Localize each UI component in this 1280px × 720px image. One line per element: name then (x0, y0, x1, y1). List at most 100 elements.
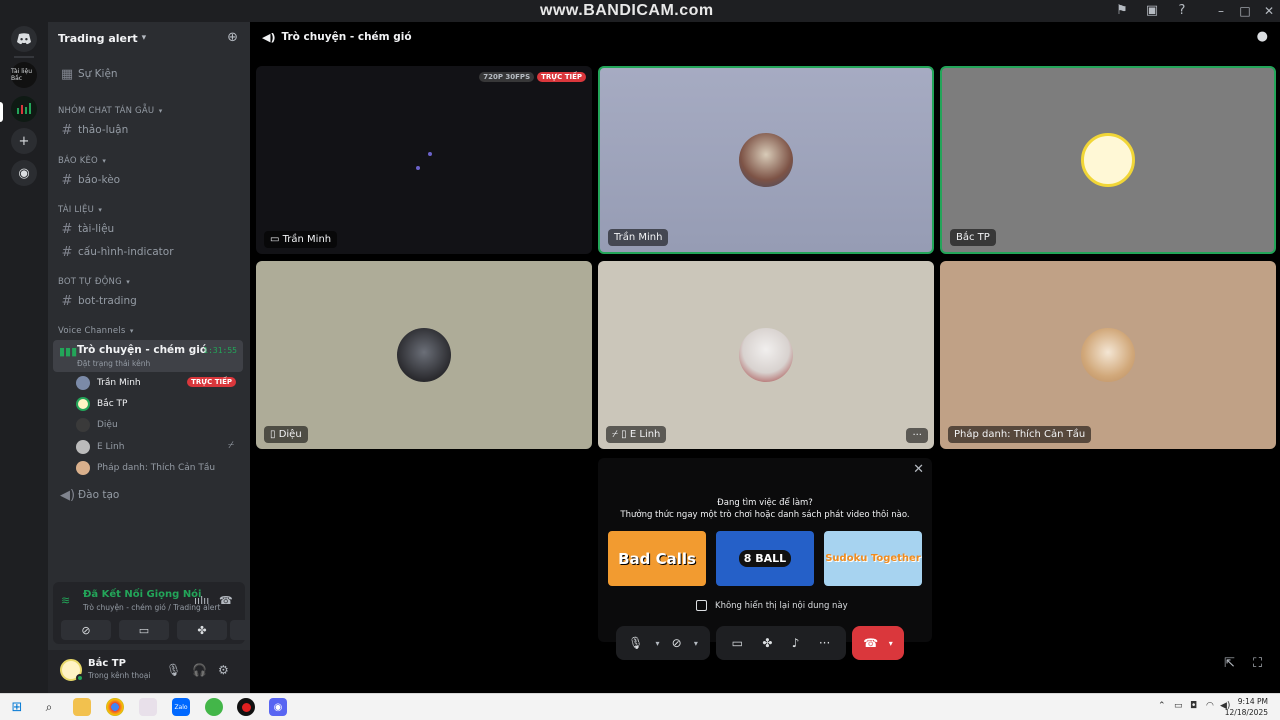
category-bot-tu-dong[interactable]: BOT TỰ ĐỘNG ▾ (58, 277, 130, 287)
noise-suppression-icon[interactable]: ıılıı (194, 594, 209, 607)
channel-tai-lieu[interactable]: # tài-liệu (56, 219, 242, 239)
chevron-down-icon[interactable]: ▾ (694, 639, 698, 648)
hash-icon: # (61, 244, 73, 260)
battery-icon[interactable]: ▭ (1174, 701, 1183, 711)
voice-member[interactable]: Bắc TP (76, 395, 242, 413)
activity-controls: ▭ ✤ ♪ ··· (716, 626, 846, 660)
channel-bot-trading[interactable]: # bot-trading (56, 291, 242, 311)
camera-toggle-button[interactable]: ⊘ (61, 620, 111, 640)
add-server-icon[interactable]: + (11, 128, 37, 154)
channel-label: báo-kèo (78, 174, 121, 186)
app-icon[interactable] (205, 698, 223, 716)
clock-date: 12/18/2025 (1224, 708, 1268, 717)
microphone-icon[interactable]: 🎙 (628, 636, 643, 650)
voice-member[interactable]: Trần Minh TRỰC TIẾP (76, 374, 242, 392)
close-icon[interactable]: ✕ (913, 462, 924, 477)
screen-share-icon[interactable]: ▭ (732, 636, 743, 650)
camera-off-icon[interactable]: ⊘ (672, 636, 682, 650)
invite-people-icon[interactable]: ⊕ (227, 30, 238, 45)
channel-label: cấu-hình-indicator (78, 246, 174, 258)
chrome-icon[interactable] (106, 698, 124, 716)
zalo-icon[interactable]: Zalo (172, 698, 190, 716)
category-nhom-chat[interactable]: NHÓM CHAT TÁN GẪU ▾ (58, 106, 162, 116)
activity-subtitle: Thưởng thức ngay một trò chơi hoặc danh … (620, 510, 910, 520)
activities-button[interactable]: ✤ (177, 620, 227, 640)
help-icon[interactable]: ? (1174, 3, 1190, 19)
events-link[interactable]: ▦ Sự Kiện (56, 64, 242, 84)
voice-member[interactable]: Pháp danh: Thích Cản Tầu (76, 459, 242, 477)
close-window-button[interactable]: ✕ (1258, 2, 1280, 20)
channel-status-text[interactable]: Đặt trạng thái kênh (77, 359, 150, 368)
participant-tile[interactable]: ▯ Diệu (256, 261, 592, 449)
selected-server-indicator (0, 102, 3, 122)
user-name: Bắc TP (88, 658, 126, 669)
connection-signal-icon[interactable]: ≋ (61, 594, 70, 607)
disconnect-icon[interactable]: ☎ (219, 594, 233, 607)
settings-gear-icon[interactable]: ⚙ (218, 663, 229, 677)
audio-video-controls: 🎙 ▾ ⊘ ▾ (616, 626, 710, 660)
app-icon[interactable] (139, 698, 157, 716)
call-channel-title: Trò chuyện - chém gió (281, 31, 412, 43)
game-card-sudoku[interactable]: Sudoku Together (824, 531, 922, 586)
explore-compass-icon[interactable]: ◉ (11, 160, 37, 186)
channel-cau-hinh-indicator[interactable]: # cấu-hình-indicator (56, 242, 242, 262)
loading-dot (416, 166, 420, 170)
minimize-button[interactable]: – (1210, 2, 1232, 20)
file-explorer-icon[interactable] (73, 698, 91, 716)
category-label: BÁO KÈO (58, 156, 98, 166)
inbox-flag-icon[interactable]: ⚑ (1114, 3, 1130, 19)
category-voice-channels[interactable]: Voice Channels ▾ (58, 326, 134, 336)
inbox-icon[interactable]: ▣ (1144, 3, 1160, 19)
game-card-8-ball[interactable]: 8 BALL (716, 531, 814, 586)
windows-start-icon[interactable]: ⊞ (8, 698, 26, 716)
participant-tile[interactable]: ⌿ ▯ E Linh ··· (598, 261, 934, 449)
tile-label: ▯ Diệu (264, 426, 308, 443)
checkbox-box[interactable] (696, 600, 707, 611)
fullscreen-icon[interactable]: ⛶ (1253, 656, 1262, 671)
search-icon[interactable]: ⌕ (40, 698, 58, 716)
channel-thao-luan[interactable]: # thảo-luận (56, 120, 242, 140)
game-card-bad-calls[interactable]: Bad Calls (608, 531, 706, 586)
server-icon-tai-lieu[interactable]: Tài liệu Bắc (11, 62, 37, 88)
participant-tile[interactable]: Bắc TP (940, 66, 1276, 254)
headphones-icon[interactable]: 🎧 (192, 663, 207, 677)
chevron-down-icon[interactable]: ▾ (889, 639, 893, 648)
wifi-icon[interactable]: ◠ (1206, 701, 1214, 711)
voice-channel-active[interactable]: ▮▮▮ Trò chuyện - chém gió Đặt trạng thái… (53, 340, 243, 372)
more-icon[interactable]: ··· (819, 636, 830, 650)
bandicam-record-icon[interactable] (237, 698, 255, 716)
category-label: TÀI LIỆU (58, 205, 94, 215)
activities-icon[interactable]: ✤ (762, 636, 772, 650)
chat-bubble-icon[interactable]: ● (1257, 29, 1268, 44)
category-label: BOT TỰ ĐỘNG (58, 277, 122, 287)
category-tai-lieu[interactable]: TÀI LIỆU ▾ (58, 205, 102, 215)
server-icon-trading-alert[interactable] (11, 96, 37, 122)
chevron-down-icon[interactable]: ▾ (655, 639, 659, 648)
voice-channel-dao-tao[interactable]: ◀) Đào tạo (56, 485, 242, 505)
more-options-button[interactable]: ··· (906, 428, 928, 443)
maximize-button[interactable]: □ (1234, 2, 1256, 20)
channel-label: bot-trading (78, 295, 137, 307)
participant-tile[interactable]: Trần Minh (598, 66, 934, 254)
popout-icon[interactable]: ⇱ (1224, 656, 1235, 671)
voice-member[interactable]: E Linh ⌿ (76, 438, 242, 456)
screen-share-button[interactable]: ▭ (119, 620, 169, 640)
stream-tile[interactable]: 720P 30FPS TRỰC TIẾP ▭ Trần Minh (256, 66, 592, 254)
voice-member[interactable]: Diệu (76, 416, 242, 434)
speaker-icon: ◀) (60, 487, 76, 503)
system-clock[interactable]: 9:14 PM 12/18/2025 (1225, 696, 1268, 718)
rail-separator (14, 56, 34, 58)
discord-taskbar-icon[interactable]: ◉ (269, 698, 287, 716)
dont-show-again-checkbox[interactable]: Không hiển thị lại nội dung này (696, 600, 848, 611)
category-bao-keo[interactable]: BÁO KÈO ▾ (58, 156, 106, 166)
participant-tile[interactable]: Pháp danh: Thích Cản Tầu (940, 261, 1276, 449)
server-header[interactable]: Trading alert ▾ (48, 22, 250, 54)
camera-tray-icon[interactable]: ◘ (1190, 701, 1197, 711)
microphone-icon[interactable]: 🎙 (166, 663, 181, 677)
tray-chevron-icon[interactable]: ⌃ (1158, 701, 1166, 711)
soundboard-icon[interactable]: ♪ (792, 636, 800, 650)
end-call-button[interactable]: ☎ ▾ (852, 626, 904, 660)
home-discord-icon[interactable] (11, 26, 37, 52)
channel-bao-keo[interactable]: # báo-kèo (56, 170, 242, 190)
voice-call-area: ◀) Trò chuyện - chém gió ● 720P 30FPS TR… (250, 22, 1280, 693)
